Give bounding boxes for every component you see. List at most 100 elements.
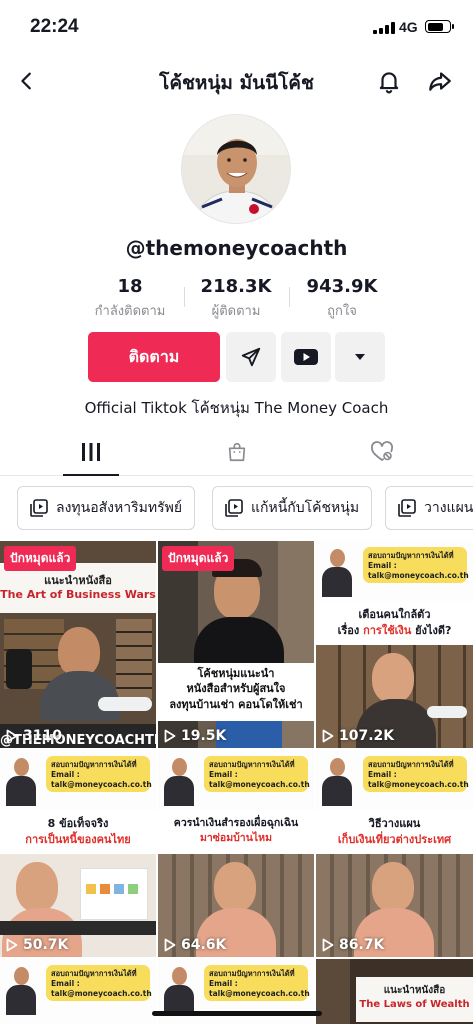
video-subtitle: The Laws of Wealth [359,999,470,1010]
home-indicator [152,1011,322,1016]
view-count-value: 19.5K [181,728,227,744]
following-count: 18 [117,276,143,297]
following-label: กำลังติดตาม [94,304,166,319]
coach-avatar [6,756,36,806]
video-tile[interactable]: สอบถามปัญหาการเงินได้ที่ Email : talk@mo… [316,541,473,748]
play-icon [164,729,176,743]
view-count-value: 50.7K [23,937,69,953]
playlist-icon [398,499,416,517]
card-header: สอบถามปัญหาการเงินได้ที่ Email : talk@mo… [316,750,473,810]
coach-avatar [6,965,36,1015]
shopping-bag-icon [228,442,246,461]
followers-label: ผู้ติดตาม [211,304,261,319]
headline-highlight: การใช้เงิน [363,623,412,637]
video-tile[interactable]: แนะนำหนังสือ The Art of Business Wars @T… [0,541,156,748]
video-tile[interactable]: สอบถามปัญหาการเงินได้ที่ Email : talk@mo… [316,750,473,957]
active-tab-indicator [63,474,119,476]
playlist-label: ลงทุนอสังหาริมทรัพย์ [56,500,183,516]
card-header: สอบถามปัญหาการเงินได้ที่ Email : talk@mo… [158,959,314,1019]
video-tile[interactable]: แนะนำหนังสือ The Laws of Wealth [316,959,473,1024]
view-count: 107.2K [322,728,394,744]
coach-avatar [322,547,352,597]
youtube-icon [294,349,318,365]
stat-divider [184,287,185,307]
play-icon [322,729,334,743]
headline-line1: ควรนำเงินสำรองเผื่อฉุกเฉิน [173,817,299,829]
view-count: 64.6K [164,937,226,953]
headline-text: ยังไงดี? [411,623,452,637]
pinned-badge: ปักหมุดแล้ว [4,546,77,571]
followers-stat[interactable]: 218.3K ผู้ติดตาม [186,276,286,321]
view-count: 19.5K [164,728,226,744]
playlist-row: ลงทุนอสังหาริมทรัพย์ แก้หนี้กับโค้ชหนุ่ม… [0,486,473,532]
playlist-chip[interactable]: แก้หนี้กับโค้ชหนุ่ม [212,486,373,530]
network-label: 4G [399,19,418,35]
chevron-left-icon [21,72,31,90]
video-grid: แนะนำหนังสือ The Art of Business Wars @T… [0,541,473,1024]
video-tile[interactable]: โค้ชหนุ่มแนะนำ หนังสือสำหรับผู้สนใจ ลงทุ… [158,541,314,748]
video-title: แนะนำหนังสือ [44,574,112,587]
message-button[interactable] [226,332,276,382]
bell-icon [379,72,399,94]
video-tile[interactable]: สอบถามปัญหาการเงินได้ที่ Email : talk@mo… [158,750,314,957]
coach-avatar [164,965,194,1015]
video-tile[interactable]: สอบถามปัญหาการเงินได้ที่ Email : talk@mo… [0,959,156,1024]
stat-divider [289,287,290,307]
video-caption: โค้ชหนุ่มแนะนำ หนังสือสำหรับผู้สนใจ ลงทุ… [169,667,303,711]
play-icon [164,938,176,952]
video-headline: วิธีวางแผน เก็บเงินเที่ยวต่างประเทศ [316,810,473,854]
following-stat[interactable]: 18 กำลังติดตาม [80,276,180,321]
send-icon [241,347,261,367]
content-tabs [0,428,473,476]
caret-down-icon [355,354,365,360]
pinned-badge: ปักหมุดแล้ว [162,546,235,571]
view-count-value: 107.2K [339,728,395,744]
avatar[interactable] [181,114,291,224]
tab-shop[interactable] [177,428,297,475]
view-count-value: 64.6K [181,937,227,953]
headline-line1: เตือนคนใกล้ตัว [358,608,431,621]
contact-bubble: สอบถามปัญหาการเงินได้ที่ Email : talk@mo… [46,965,152,1001]
play-icon [6,729,18,743]
contact-bubble: สอบถามปัญหาการเงินได้ที่ Email : talk@mo… [204,756,310,792]
playlist-chip[interactable]: ลงทุนอสังหาริมทรัพย์ [17,486,196,530]
card-header: สอบถามปัญหาการเงินได้ที่ Email : talk@mo… [316,541,473,601]
headline-text: เรื่อง [337,623,364,637]
likes-label: ถูกใจ [327,304,357,319]
liked-heart-icon [371,440,393,461]
likes-stat[interactable]: 943.9K ถูกใจ [292,276,392,321]
youtube-button[interactable] [281,332,331,382]
bio: Official Tiktok โค้ชหนุ่ม The Money Coac… [84,399,389,417]
video-subtitle: The Art of Business Wars [0,588,156,601]
view-count-value: 86.7K [339,937,385,953]
profile-photo [182,115,290,223]
view-count: 3110 [6,728,62,744]
notification-button[interactable] [372,64,406,98]
more-options-button[interactable] [335,332,385,382]
coach-avatar [322,756,352,806]
contact-bubble: สอบถามปัญหาการเงินได้ที่ Email : talk@mo… [363,547,469,583]
contact-bubble: สอบถามปัญหาการเงินได้ที่ Email : talk@mo… [363,756,469,792]
video-headline: เตือนคนใกล้ตัว เรื่อง การใช้เงิน ยังไงดี… [316,601,473,645]
tab-videos[interactable] [31,428,151,475]
playlist-icon [30,499,48,517]
headline-line1: 8 ข้อเท็จจริง [47,817,109,830]
video-title: แนะนำหนังสือ [383,985,446,996]
profile-actions: ติดตาม [0,332,473,382]
playlist-chip[interactable]: วางแผน [385,486,473,530]
top-nav: โค้ชหนุ่ม มันนีโค้ช [0,54,473,108]
tab-liked[interactable] [322,428,442,475]
status-bar: 22:24 4G [0,0,473,54]
play-icon [6,938,18,952]
contact-bubble: สอบถามปัญหาการเงินได้ที่ Email : talk@mo… [204,965,310,1001]
follow-button[interactable]: ติดตาม [88,332,220,382]
card-header: สอบถามปัญหาการเงินได้ที่ Email : talk@mo… [0,959,156,1019]
back-button[interactable] [10,64,44,98]
coach-avatar [164,756,194,806]
profile-stats: 18 กำลังติดตาม 218.3K ผู้ติดตาม 943.9K ถ… [0,276,473,322]
play-icon [322,938,334,952]
view-count: 50.7K [6,937,68,953]
share-button[interactable] [423,64,457,98]
video-tile[interactable]: สอบถามปัญหาการเงินได้ที่ Email : talk@mo… [0,750,156,957]
video-headline: 8 ข้อเท็จจริง การเป็นหนี้ของคนไทย [0,810,156,854]
